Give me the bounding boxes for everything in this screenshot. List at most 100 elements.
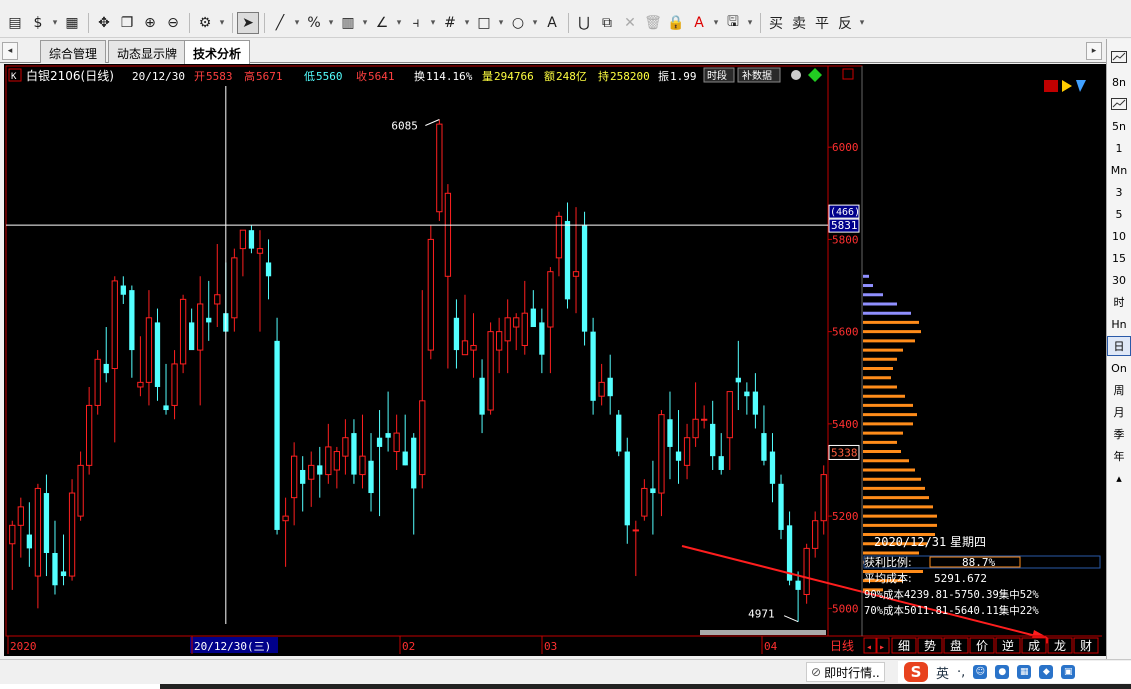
copy-icon[interactable]: ❐ bbox=[116, 12, 138, 34]
copy-shape-icon[interactable]: ⧉ bbox=[596, 12, 618, 34]
chart-area[interactable]: K 白银2106(日线) 20/12/30 开 5583 高 5671 低 5560 收 5641 换… bbox=[4, 64, 1106, 656]
color-icon[interactable]: A bbox=[688, 12, 710, 34]
period-item-4[interactable]: 1 bbox=[1107, 138, 1131, 158]
period-item-1[interactable]: 8n bbox=[1107, 72, 1131, 92]
trade-dropdown-icon[interactable]: ▾ bbox=[857, 12, 867, 34]
close-position-icon[interactable]: 平 bbox=[811, 12, 833, 34]
period-item-18[interactable]: 年 bbox=[1107, 446, 1131, 466]
settings-dropdown-icon[interactable]: ▾ bbox=[217, 12, 227, 34]
microphone-icon[interactable]: ● bbox=[995, 665, 1010, 679]
save-dropdown-icon[interactable]: ▾ bbox=[745, 12, 755, 34]
tab-scroll-right-icon[interactable]: ▸ bbox=[1086, 42, 1102, 60]
pointer-icon[interactable]: ➤ bbox=[237, 11, 259, 34]
profile-logo-icon[interactable] bbox=[1044, 80, 1058, 92]
circle-dropdown-icon[interactable]: ▾ bbox=[530, 12, 540, 34]
tick-chart-icon[interactable] bbox=[1107, 47, 1131, 67]
horizontal-scrollbar[interactable] bbox=[700, 630, 826, 635]
period-item-7[interactable]: 5 bbox=[1107, 204, 1131, 224]
sell-icon[interactable]: 卖 bbox=[788, 12, 810, 34]
period-item-9[interactable]: 15 bbox=[1107, 248, 1131, 268]
minute-chart-icon[interactable] bbox=[1107, 94, 1131, 114]
period-item-8[interactable]: 10 bbox=[1107, 226, 1131, 246]
realtime-quote-button[interactable]: ⊘ 即时行情.. bbox=[806, 662, 885, 682]
settings-icon[interactable]: ⚙ bbox=[194, 12, 216, 34]
line-tool-icon[interactable]: ╱ bbox=[269, 12, 291, 34]
period-item-15[interactable]: 周 bbox=[1107, 380, 1131, 400]
candle-body-up bbox=[197, 303, 204, 351]
text-icon[interactable]: A bbox=[541, 12, 563, 34]
period-item-19[interactable]: ▴ bbox=[1107, 468, 1131, 488]
candle-body-up bbox=[692, 418, 699, 439]
toolbox-icon[interactable]: ▣ bbox=[1061, 665, 1076, 679]
hash-icon[interactable]: # bbox=[439, 12, 461, 34]
period-item-14[interactable]: On bbox=[1107, 358, 1131, 378]
period-item-6[interactable]: 3 bbox=[1107, 182, 1131, 202]
period-item-13[interactable]: 日 bbox=[1107, 336, 1131, 356]
ruler-icon[interactable]: ▥ bbox=[337, 12, 359, 34]
zoom-in-icon[interactable]: ⊕ bbox=[139, 12, 161, 34]
circle-icon[interactable]: ○ bbox=[507, 12, 529, 34]
high-annotation: 6085 bbox=[391, 120, 418, 133]
document-icon[interactable]: ▤ bbox=[4, 12, 26, 34]
period-item-11[interactable]: 时 bbox=[1107, 292, 1131, 312]
keyboard-icon[interactable]: ▦ bbox=[1017, 665, 1032, 679]
hash-dropdown-icon[interactable]: ▾ bbox=[462, 12, 472, 34]
turnover-value: 114.16% bbox=[426, 70, 473, 83]
period-item-3[interactable]: 5n bbox=[1107, 116, 1131, 136]
fork-dropdown-icon[interactable]: ▾ bbox=[428, 12, 438, 34]
bottom-tab-label-2: 盘 bbox=[950, 638, 962, 653]
currency-icon[interactable]: $ bbox=[27, 12, 49, 34]
ime-logo-icon[interactable]: S bbox=[904, 662, 928, 682]
zoom-out-icon[interactable]: ⊖ bbox=[162, 12, 184, 34]
k-button-label: K bbox=[11, 72, 17, 82]
angle-dropdown-icon[interactable]: ▾ bbox=[394, 12, 404, 34]
ruler-dropdown-icon[interactable]: ▾ bbox=[360, 12, 370, 34]
candle-body-up bbox=[214, 294, 221, 305]
candle-body-down bbox=[590, 331, 596, 401]
line-dropdown-icon[interactable]: ▾ bbox=[292, 12, 302, 34]
period-item-5[interactable]: Mn bbox=[1107, 160, 1131, 180]
close-value: 5641 bbox=[368, 70, 395, 83]
currency-dropdown-icon[interactable]: ▾ bbox=[50, 12, 60, 34]
period-item-16[interactable]: 月 bbox=[1107, 402, 1131, 422]
tab-dynamic-board[interactable]: 动态显示牌 bbox=[108, 40, 187, 63]
fork-icon[interactable]: ⫞ bbox=[405, 12, 427, 34]
period-item-10[interactable]: 30 bbox=[1107, 270, 1131, 290]
reverse-icon[interactable]: 反 bbox=[834, 12, 856, 34]
magnet-icon[interactable]: ⋃ bbox=[573, 12, 595, 34]
percent-icon[interactable]: % bbox=[303, 12, 325, 34]
candle-body-down bbox=[120, 285, 126, 295]
period-item-17[interactable]: 季 bbox=[1107, 424, 1131, 444]
profile-pen-icon[interactable] bbox=[1076, 80, 1086, 92]
save-icon[interactable]: 🖫 bbox=[722, 12, 744, 34]
profile-flag-icon[interactable] bbox=[1062, 80, 1072, 92]
status-bar: ⊘ 即时行情.. S 英 ·, ☺ ● ▦ ◆ ▣ bbox=[0, 659, 1131, 689]
diamond-icon[interactable] bbox=[808, 68, 822, 82]
angle-icon[interactable]: ∠ bbox=[371, 12, 393, 34]
ime-language-toggle[interactable]: 英 bbox=[936, 663, 949, 682]
trash-icon[interactable]: 🗑 bbox=[642, 12, 664, 34]
lock-icon[interactable]: 🔒 bbox=[665, 12, 687, 34]
tab-scroll-left-icon[interactable]: ◂ bbox=[2, 42, 18, 60]
move-icon[interactable]: ✥ bbox=[93, 12, 115, 34]
candle-body-up bbox=[444, 192, 452, 277]
period-item-12[interactable]: Hn bbox=[1107, 314, 1131, 334]
rectangle-icon[interactable]: □ bbox=[473, 12, 495, 34]
tab-overview[interactable]: 综合管理 bbox=[40, 40, 107, 63]
kline-chart[interactable]: K 白银2106(日线) 20/12/30 开 5583 高 5671 低 5560 收 5641 换… bbox=[4, 64, 1106, 656]
color-dropdown-icon[interactable]: ▾ bbox=[711, 12, 721, 34]
ime-punctuation-toggle[interactable]: ·, bbox=[957, 665, 965, 680]
rectangle-dropdown-icon[interactable]: ▾ bbox=[496, 12, 506, 34]
candle-body-up bbox=[68, 492, 76, 577]
maximize-icon[interactable] bbox=[842, 68, 854, 80]
emoji-icon[interactable]: ☺ bbox=[973, 665, 988, 679]
buy-icon[interactable]: 买 bbox=[765, 12, 787, 34]
tab-technical-analysis[interactable]: 技术分析 bbox=[184, 40, 251, 64]
delete-icon[interactable]: ✕ bbox=[619, 12, 641, 34]
percent-dropdown-icon[interactable]: ▾ bbox=[326, 12, 336, 34]
skin-icon[interactable]: ◆ bbox=[1039, 665, 1054, 679]
settings-gear-icon[interactable] bbox=[791, 70, 801, 80]
grid-icon[interactable]: ▦ bbox=[61, 12, 83, 34]
price-tick-label: 5400 bbox=[832, 418, 859, 431]
bottom-nav-right-icon: ▸ bbox=[879, 642, 885, 653]
